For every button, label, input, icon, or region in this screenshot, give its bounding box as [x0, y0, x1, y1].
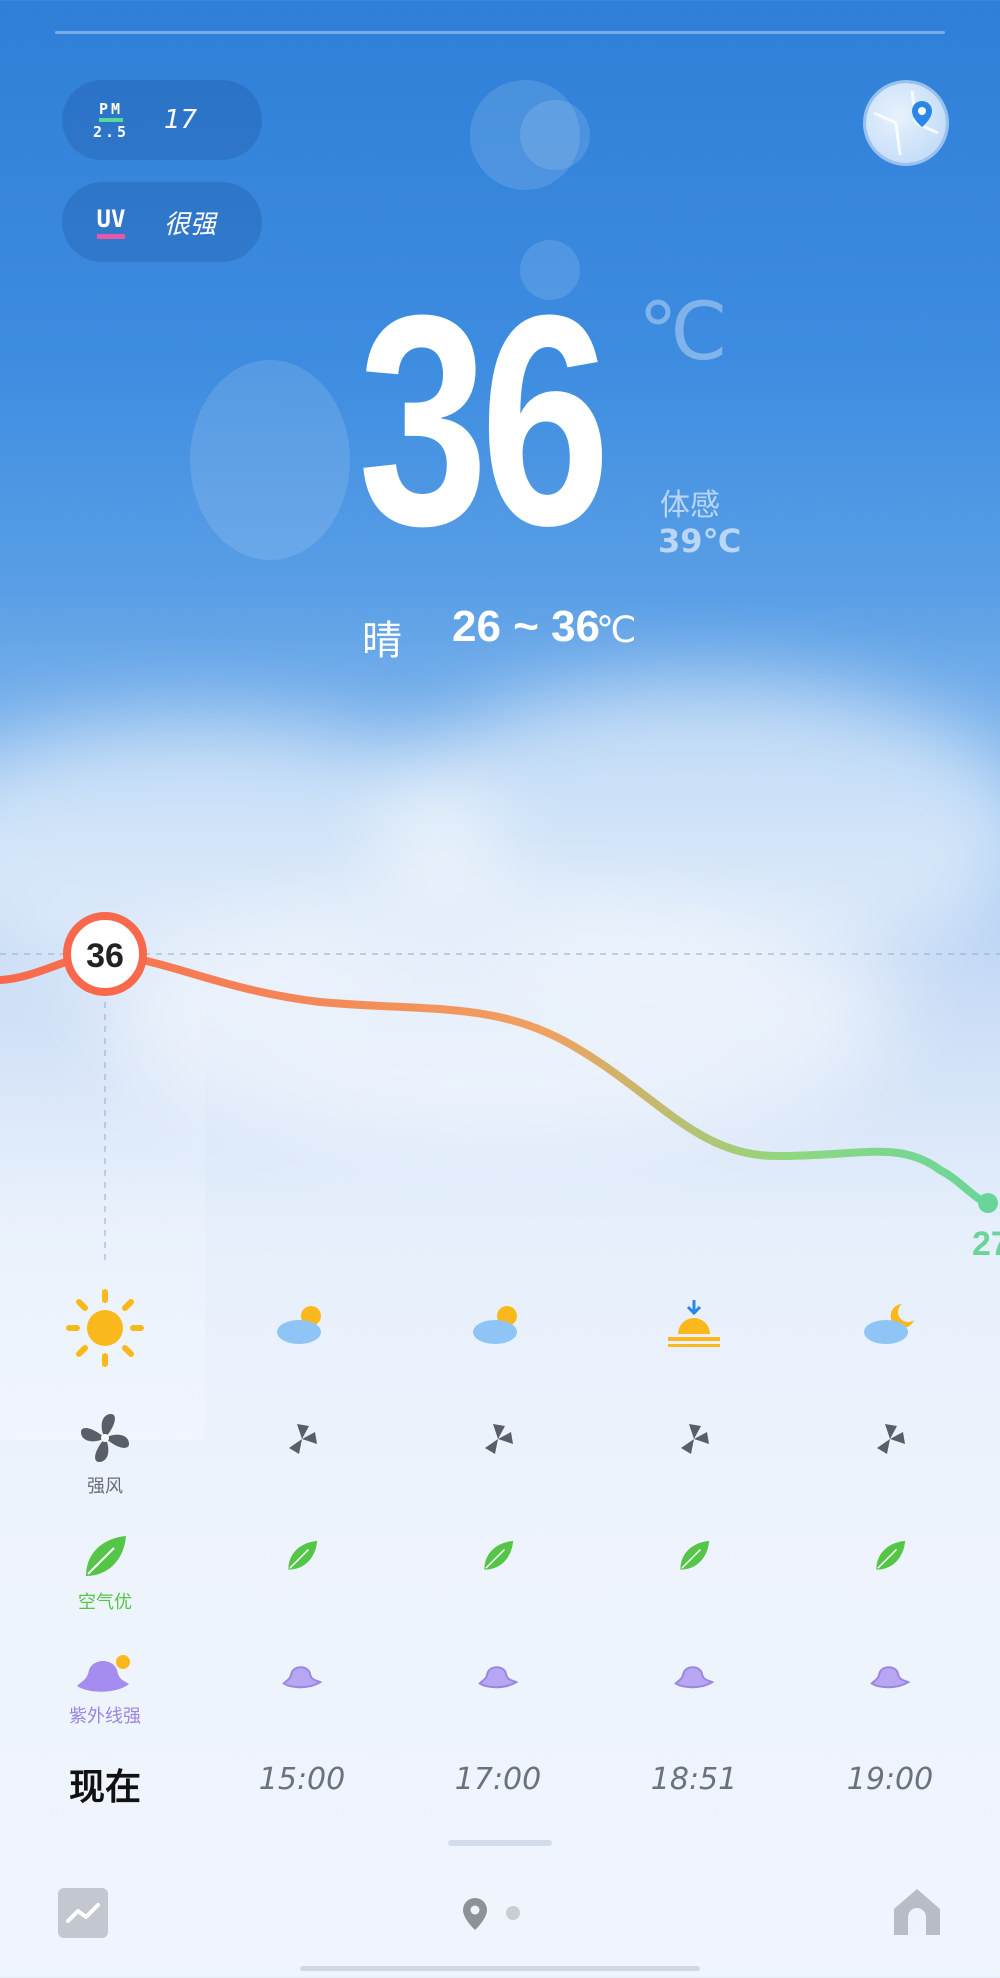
end-temp-label: 27: [972, 1225, 1000, 1263]
hour-now-air: 空气优: [45, 1532, 165, 1614]
fan-icon: [485, 1424, 513, 1454]
sun-icon: [66, 1289, 144, 1367]
system-home-indicator[interactable]: [300, 1966, 700, 1971]
leaf-icon: [288, 1540, 318, 1570]
panel-drag-handle[interactable]: [448, 1840, 552, 1846]
time-label-now: 现在: [68, 1767, 141, 1808]
partly-cloudy-icon: [473, 1306, 517, 1344]
temperature-curve: [0, 949, 992, 1207]
leaf-icon: [484, 1540, 514, 1570]
hour-1700-weather: [438, 1302, 558, 1346]
leaf-icon: [680, 1540, 710, 1570]
time-label: 19:00: [846, 1762, 934, 1797]
pm25-label: PM 2.5: [92, 99, 130, 141]
sun-hat-icon: [478, 1666, 519, 1689]
hour-1500-uv: [242, 1660, 362, 1690]
hour-1851-uv: [634, 1660, 754, 1690]
hour-1700-air: [438, 1538, 558, 1574]
fan-icon: [81, 1414, 129, 1462]
leaf-icon: [876, 1540, 906, 1570]
time-label: 15:00: [258, 1762, 346, 1797]
fan-icon: [289, 1424, 317, 1454]
hour-now-weather: [45, 1288, 165, 1368]
trend-chart-button[interactable]: [58, 1888, 108, 1938]
hour-1500-weather: [242, 1302, 362, 1346]
hour-1900-weather: [830, 1300, 950, 1346]
uv-badge[interactable]: UV 很强: [62, 182, 262, 262]
home-icon[interactable]: [890, 1885, 944, 1939]
hour-1900-uv: [830, 1660, 950, 1690]
pm25-value: 17: [164, 105, 198, 135]
hour-1900-air: [830, 1538, 950, 1574]
status-divider: [55, 31, 945, 34]
hour-1500-wind: [242, 1420, 362, 1458]
partly-cloudy-icon: [277, 1306, 321, 1344]
sun-hat-icon: [674, 1666, 715, 1689]
hour-1851-air: [634, 1538, 754, 1574]
hour-1900-wind: [830, 1420, 950, 1458]
time-label: 17:00: [454, 1762, 542, 1797]
hour-1851-weather: [634, 1298, 754, 1348]
trend-icon: [66, 1903, 100, 1923]
feels-like-label: 体感: [660, 488, 720, 523]
sun-hat-icon: [77, 1655, 130, 1692]
temperature-range-unit: ℃: [596, 610, 637, 651]
cloudy-night-icon: [864, 1304, 914, 1344]
uv-label: UV: [76, 206, 146, 239]
hour-1700-uv: [438, 1660, 558, 1690]
map-button[interactable]: [866, 83, 946, 163]
fan-icon: [877, 1424, 905, 1454]
map-pin-icon: [873, 90, 939, 156]
temperature-range: 26 ~ 36: [452, 602, 601, 651]
feels-like-value: 39℃: [658, 522, 742, 560]
location-pin-icon[interactable]: [460, 1896, 490, 1932]
air-quality-label: 空气优: [78, 1592, 132, 1613]
weather-condition: 晴: [362, 618, 402, 664]
hour-1851-wind: [634, 1420, 754, 1458]
end-temp-dot: [978, 1193, 998, 1213]
leaf-icon: [86, 1536, 126, 1576]
uv-strength-label: 紫外线强: [69, 1706, 141, 1727]
current-temperature: 36: [358, 252, 610, 588]
current-temp-marker-label: 36: [86, 937, 124, 975]
uv-value: 很强: [164, 209, 217, 240]
hour-now-uv: 紫外线强: [45, 1650, 165, 1728]
hour-now-wind: 强风: [45, 1410, 165, 1498]
hour-1700-wind: [438, 1420, 558, 1458]
page-indicator-dot: [506, 1906, 520, 1920]
sunset-icon: [668, 1300, 720, 1347]
time-label: 18:51: [650, 1762, 738, 1797]
wind-label: 强风: [87, 1476, 123, 1497]
fan-icon: [681, 1424, 709, 1454]
sun-hat-icon: [282, 1666, 323, 1689]
sun-hat-icon: [870, 1666, 911, 1689]
pm25-badge[interactable]: PM 2.5 17: [62, 80, 262, 160]
hour-1500-air: [242, 1538, 362, 1574]
temperature-unit: ℃: [638, 285, 728, 378]
